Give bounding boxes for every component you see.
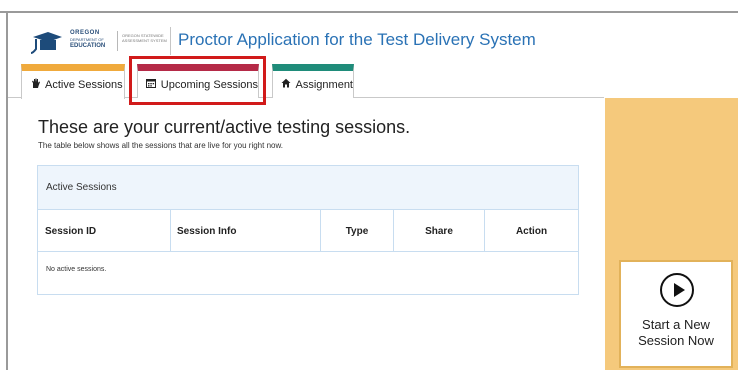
tab-assignment[interactable]: Assignment [272,64,354,98]
window-top-border [0,0,738,13]
table-panel-title: Active Sessions [38,166,578,210]
start-new-session-button[interactable]: Start a New Session Now [619,260,733,368]
logo-dept-text: DEPARTMENT OF [70,37,104,42]
table-header-row: Session ID Session Info Type Share Actio… [38,210,578,252]
column-type[interactable]: Type [321,210,394,252]
logo-education-text: EDUCATION [70,43,106,49]
column-session-id[interactable]: Session ID [38,210,171,252]
tab-active-sessions[interactable]: Active Sessions [21,64,125,99]
app-header: OREGON DEPARTMENT OF EDUCATION OREGON ST… [8,15,738,65]
logo-system-line2: ASSESSMENT SYSTEM [122,38,167,43]
hand-icon [30,78,41,92]
column-share[interactable]: Share [394,210,485,252]
tab-assignment-label: Assignment [295,78,353,91]
column-action[interactable]: Action [485,210,578,252]
session-tabs: Active Sessions Upcoming Sessions Assign… [8,64,604,99]
start-session-label-line1: Start a New [642,317,710,332]
play-icon [660,273,694,307]
empty-table-message: No active sessions. [46,266,107,273]
logo-state-text: OREGON [70,30,100,36]
app-title: Proctor Application for the Test Deliver… [178,30,536,49]
column-session-info[interactable]: Session Info [171,210,321,252]
header-divider [170,27,171,55]
graduation-cap-icon [30,32,62,54]
upcoming-sessions-highlight [129,56,266,105]
home-icon [281,78,292,91]
tab-active-sessions-label: Active Sessions [45,79,123,91]
oregon-education-logo: OREGON DEPARTMENT OF EDUCATION OREGON ST… [30,29,170,55]
logo-divider [117,31,118,51]
start-session-label-line2: Session Now [638,333,714,348]
page-subtitle: The table below shows all the sessions t… [38,141,284,150]
page-title: These are your current/active testing se… [38,117,411,137]
active-sessions-table: Active Sessions Session ID Session Info … [37,165,579,295]
